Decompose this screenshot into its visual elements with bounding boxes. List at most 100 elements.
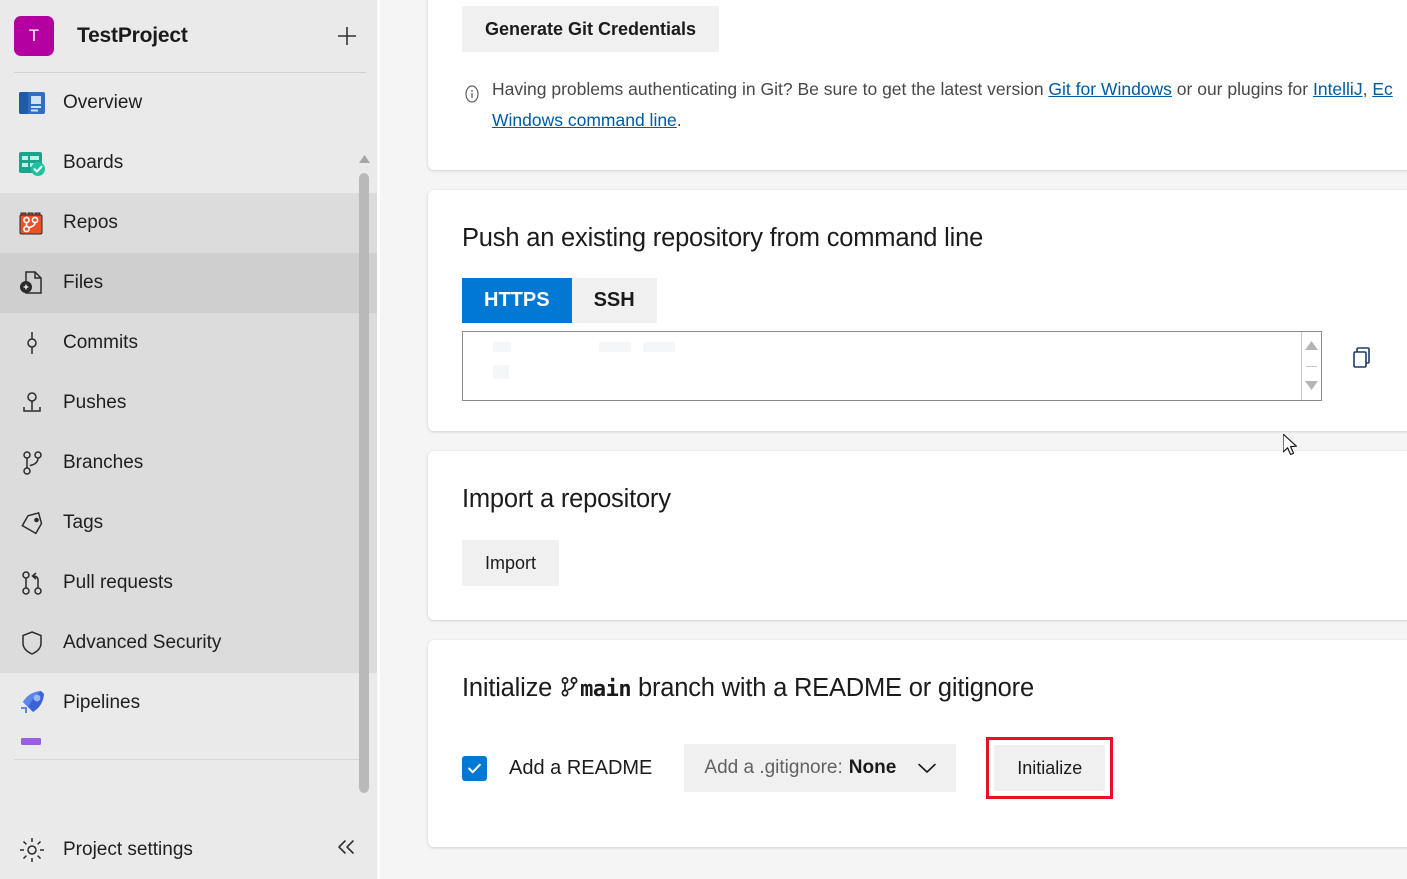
scrollbar-divider bbox=[1306, 366, 1317, 367]
gear-icon bbox=[10, 835, 54, 865]
skeleton-block bbox=[599, 342, 631, 352]
overview-icon bbox=[10, 86, 54, 120]
push-section-title: Push an existing repository from command… bbox=[462, 190, 1407, 253]
add-readme-checkbox[interactable]: Add a README bbox=[462, 756, 652, 781]
sidebar-item-branches[interactable]: Branches bbox=[0, 433, 380, 493]
info-text-part-3: , bbox=[1363, 79, 1373, 99]
initialize-repo-card: Initialize main branch with a README or g… bbox=[428, 640, 1407, 847]
skeleton-block bbox=[493, 342, 511, 352]
chevron-down-icon bbox=[916, 761, 938, 775]
sidebar-item-label: Pushes bbox=[63, 392, 126, 414]
sidebar-item-label: Tags bbox=[63, 512, 103, 534]
initialize-title-prefix: Initialize bbox=[462, 674, 552, 702]
gitignore-dropdown-label: Add a .gitignore: bbox=[704, 757, 842, 779]
sidebar-scrollbar[interactable] bbox=[356, 145, 372, 879]
shield-icon bbox=[10, 628, 54, 658]
copy-clone-command-button[interactable] bbox=[1346, 341, 1378, 373]
tab-ssh[interactable]: SSH bbox=[572, 278, 657, 323]
info-text-end: . bbox=[677, 110, 682, 130]
eclipse-link[interactable]: Ec bbox=[1372, 79, 1392, 99]
sidebar-divider-lower bbox=[14, 759, 366, 760]
branches-icon bbox=[10, 448, 54, 478]
sidebar-item-boards[interactable]: Boards bbox=[0, 133, 380, 193]
main-content: Generate Git Credentials Having problems… bbox=[380, 0, 1407, 879]
pull-requests-icon bbox=[10, 568, 54, 598]
commits-icon bbox=[10, 328, 54, 358]
sidebar-item-label: Files bbox=[63, 272, 103, 294]
info-icon bbox=[462, 74, 492, 109]
sidebar-item-overview[interactable]: Overview bbox=[0, 73, 380, 133]
initialize-title-suffix: branch with a README or gitignore bbox=[638, 674, 1034, 702]
initialize-section-title: Initialize main branch with a README or g… bbox=[462, 640, 1407, 703]
repos-icon bbox=[10, 206, 54, 240]
sidebar-header: T TestProject bbox=[0, 0, 380, 72]
tags-icon bbox=[10, 508, 54, 538]
gitignore-dropdown[interactable]: Add a .gitignore: None bbox=[684, 744, 956, 792]
project-name: TestProject bbox=[77, 24, 332, 48]
tab-https[interactable]: HTTPS bbox=[462, 278, 572, 323]
info-text-part-1: Having problems authenticating in Git? B… bbox=[492, 79, 1048, 99]
sidebar-scroll-thumb[interactable] bbox=[359, 173, 369, 793]
sidebar-item-repos[interactable]: Repos bbox=[0, 193, 380, 253]
skeleton-block bbox=[493, 365, 509, 379]
copy-icon bbox=[1349, 344, 1375, 370]
generate-git-credentials-button[interactable]: Generate Git Credentials bbox=[462, 6, 719, 52]
gitignore-dropdown-value: None bbox=[849, 757, 897, 779]
add-project-button[interactable] bbox=[332, 21, 362, 51]
add-readme-label: Add a README bbox=[509, 757, 652, 780]
initialize-controls: Add a README Add a .gitignore: None Init… bbox=[462, 737, 1407, 807]
sidebar-item-partial[interactable] bbox=[0, 733, 380, 755]
project-initial: T bbox=[29, 26, 39, 46]
sidebar-nav-scroll: Overview Boards bbox=[0, 73, 380, 879]
windows-command-line-link[interactable]: Windows command line bbox=[492, 110, 677, 130]
branch-icon bbox=[560, 676, 579, 698]
sidebar-item-advanced-security[interactable]: Advanced Security bbox=[0, 613, 380, 673]
clone-command-row bbox=[462, 331, 1407, 401]
sidebar-item-label: Project settings bbox=[63, 839, 193, 861]
app-root: T TestProject bbox=[0, 0, 1407, 879]
project-logo: T bbox=[14, 16, 54, 56]
import-section-title: Import a repository bbox=[462, 451, 1407, 514]
clone-command-textarea[interactable] bbox=[462, 331, 1322, 401]
clone-credentials-card: Generate Git Credentials Having problems… bbox=[428, 0, 1407, 170]
sidebar-item-files[interactable]: Files bbox=[0, 253, 380, 313]
sidebar-item-tags[interactable]: Tags bbox=[0, 493, 380, 553]
caret-up-icon[interactable] bbox=[358, 153, 370, 165]
import-button[interactable]: Import bbox=[462, 540, 559, 586]
import-repository-card: Import a repository Import bbox=[428, 451, 1407, 620]
initialize-button[interactable]: Initialize bbox=[994, 745, 1105, 791]
sidebar-item-label: Pipelines bbox=[63, 692, 140, 714]
sidebar-item-label: Pull requests bbox=[63, 572, 173, 594]
caret-down-icon[interactable] bbox=[1305, 377, 1318, 395]
caret-up-icon[interactable] bbox=[1305, 337, 1318, 355]
chevron-double-left-icon bbox=[334, 837, 358, 857]
initialize-button-highlight: Initialize bbox=[986, 737, 1113, 799]
sidebar-item-pull-requests[interactable]: Pull requests bbox=[0, 553, 380, 613]
plus-icon bbox=[334, 23, 360, 49]
sidebar-item-pushes[interactable]: Pushes bbox=[0, 373, 380, 433]
sidebar-item-label: Advanced Security bbox=[63, 632, 221, 654]
intellij-link[interactable]: IntelliJ bbox=[1313, 79, 1363, 99]
sidebar-item-project-settings[interactable]: Project settings bbox=[10, 821, 193, 879]
git-for-windows-link[interactable]: Git for Windows bbox=[1048, 79, 1172, 99]
checkbox-checked-icon bbox=[462, 756, 487, 781]
sidebar-item-pipelines[interactable]: Pipelines bbox=[0, 673, 380, 733]
sidebar-item-label: Overview bbox=[63, 92, 142, 114]
test-plans-icon bbox=[10, 736, 54, 752]
branch-name: main bbox=[580, 677, 631, 702]
push-existing-repo-card: Push an existing repository from command… bbox=[428, 190, 1407, 431]
files-icon bbox=[10, 268, 54, 298]
skeleton-block bbox=[643, 342, 675, 352]
sidebar-item-label: Branches bbox=[63, 452, 143, 474]
pipelines-icon bbox=[10, 686, 54, 720]
sidebar-item-commits[interactable]: Commits bbox=[0, 313, 380, 373]
sidebar-item-label: Repos bbox=[63, 212, 118, 234]
collapse-sidebar-button[interactable] bbox=[334, 837, 358, 863]
protocol-tabs: HTTPS SSH bbox=[462, 278, 1407, 323]
git-auth-info: Having problems authenticating in Git? B… bbox=[462, 52, 1407, 166]
textarea-scrollbar[interactable] bbox=[1301, 332, 1321, 400]
pushes-icon bbox=[10, 388, 54, 418]
sidebar-footer: Project settings bbox=[0, 821, 380, 879]
git-auth-info-text: Having problems authenticating in Git? B… bbox=[492, 74, 1393, 136]
sidebar-item-label: Boards bbox=[63, 152, 123, 174]
